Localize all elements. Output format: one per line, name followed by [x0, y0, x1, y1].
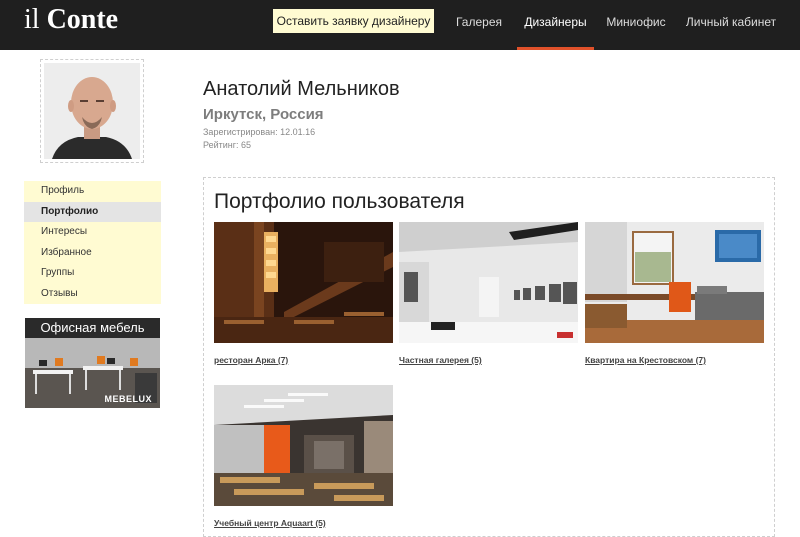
nav-item-label: Миниофис — [606, 15, 666, 29]
nav-item-account[interactable]: Личный кабинет — [678, 0, 784, 50]
portfolio-thumb-restaurant[interactable] — [214, 222, 393, 343]
avatar — [40, 59, 144, 163]
profile-menu: Профиль Портфолио Интересы Избранное Гру… — [24, 181, 161, 304]
nav-item-label: Личный кабинет — [685, 15, 777, 29]
portfolio-panel: Портфолио пользователя ресторан Арка (7) — [203, 177, 775, 537]
user-name: Анатолий Мельников — [203, 78, 400, 100]
portfolio-thumb-gallery[interactable] — [399, 222, 578, 343]
avatar-photo — [44, 63, 140, 159]
menu-item-portfolio[interactable]: Портфолио — [24, 201, 161, 222]
nav-item-gallery[interactable]: Галерея — [446, 0, 512, 50]
menu-item-groups[interactable]: Группы — [24, 263, 161, 284]
portfolio-caption-gallery[interactable]: Частная галерея (5) — [399, 355, 482, 365]
menu-item-favorites[interactable]: Избранное — [24, 242, 161, 263]
menu-item-profile[interactable]: Профиль — [24, 181, 161, 202]
portfolio-caption-apartment[interactable]: Квартира на Крестовском (7) — [585, 355, 706, 365]
portfolio-caption-training-center[interactable]: Учебный центр Aquaart (5) — [214, 518, 326, 528]
portfolio-thumb-training-center[interactable] — [214, 385, 393, 506]
nav-item-label: Галерея — [455, 15, 503, 29]
site-logo[interactable]: il Conte — [24, 2, 118, 42]
portfolio-thumb-apartment[interactable] — [585, 222, 764, 343]
nav-item-minioffice[interactable]: Миниофис — [600, 0, 672, 50]
nav-item-designers[interactable]: Дизайнеры — [517, 0, 594, 50]
menu-item-reviews[interactable]: Отзывы — [24, 283, 161, 304]
user-location: Иркутск, Россия — [203, 106, 324, 123]
user-rating: Рейтинг: 65 — [203, 140, 252, 150]
logo-main: Conte — [46, 4, 119, 35]
office-furniture-banner[interactable]: Офисная мебель MEBELUX — [25, 318, 160, 408]
banner-brand: MEBELUX — [104, 394, 152, 404]
request-designer-button[interactable]: Оставить заявку дизайнеру — [273, 9, 434, 33]
portfolio-caption-restaurant[interactable]: ресторан Арка (7) — [214, 355, 288, 365]
logo-prefix: il — [24, 4, 40, 35]
nav-item-label: Дизайнеры — [524, 15, 587, 29]
portfolio-title: Портфолио пользователя — [214, 190, 465, 213]
active-nav-underline — [517, 47, 594, 50]
top-header: il Conte Оставить заявку дизайнеру Галер… — [0, 0, 800, 50]
banner-title: Офисная мебель — [25, 318, 160, 338]
registration-date: Зарегистрирован: 12.01.16 — [203, 127, 316, 137]
menu-item-interests[interactable]: Интересы — [24, 222, 161, 243]
